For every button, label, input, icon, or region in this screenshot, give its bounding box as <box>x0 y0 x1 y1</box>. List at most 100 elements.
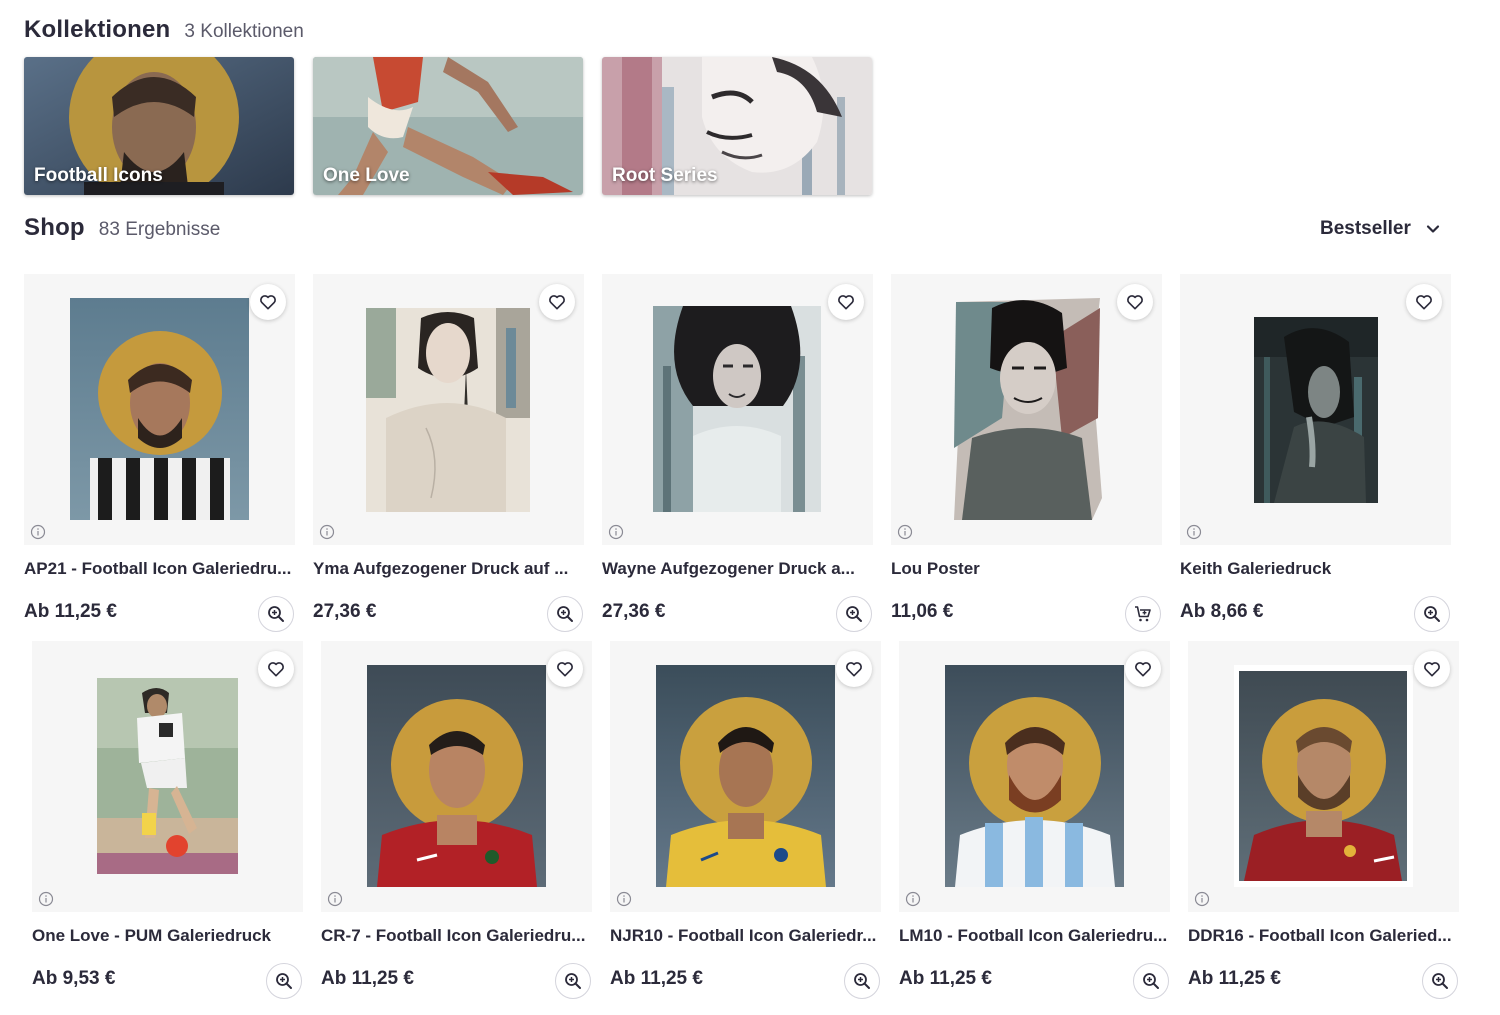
zoom-button[interactable] <box>1422 963 1458 999</box>
product-name[interactable]: CR-7 - Football Icon Galeriedru... <box>321 926 596 946</box>
collection-card-root-series[interactable]: Root Series <box>602 57 872 195</box>
product-artwork <box>367 665 546 887</box>
product-price: 11,06 € <box>891 601 954 622</box>
zoom-in-icon <box>846 606 862 622</box>
info-icon[interactable] <box>38 891 54 907</box>
chevron-down-icon <box>1426 225 1439 233</box>
product-name[interactable]: AP21 - Football Icon Galeriedru... <box>24 559 299 579</box>
product-thumbnail[interactable] <box>313 274 584 545</box>
info-icon[interactable] <box>616 891 632 907</box>
product-card[interactable]: Yma Aufgezogener Druck auf ... 27,36 € <box>313 274 584 632</box>
zoom-in-icon <box>268 606 284 622</box>
product-thumbnail[interactable] <box>32 641 303 912</box>
product-card[interactable]: LM10 - Football Icon Galeriedru... Ab 11… <box>899 641 1170 999</box>
product-card[interactable]: Keith Galeriedruck Ab 8,66 € <box>1180 274 1451 632</box>
favorite-button[interactable] <box>1406 284 1442 320</box>
heart-icon <box>557 662 573 677</box>
product-thumbnail[interactable] <box>321 641 592 912</box>
product-card[interactable]: CR-7 - Football Icon Galeriedru... Ab 11… <box>321 641 592 999</box>
favorite-button[interactable] <box>539 284 575 320</box>
zoom-button[interactable] <box>1133 963 1169 999</box>
product-thumbnail[interactable] <box>602 274 873 545</box>
product-name[interactable]: One Love - PUM Galeriedruck <box>32 926 307 946</box>
product-price: Ab 11,25 € <box>321 968 414 989</box>
zoom-in-icon <box>557 606 573 622</box>
add-to-cart-button[interactable] <box>1125 596 1161 632</box>
product-card[interactable]: Lou Poster 11,06 € <box>891 274 1162 632</box>
zoom-button[interactable] <box>258 596 294 632</box>
product-price: Ab 11,25 € <box>24 601 117 622</box>
info-icon[interactable] <box>897 524 913 540</box>
heart-icon <box>268 662 284 677</box>
info-icon[interactable] <box>327 891 343 907</box>
collections-header: Kollektionen 3 Kollektionen <box>24 16 304 44</box>
favorite-button[interactable] <box>1125 651 1161 687</box>
zoom-button[interactable] <box>555 963 591 999</box>
product-artwork <box>366 308 530 512</box>
product-name[interactable]: NJR10 - Football Icon Galeriedr... <box>610 926 885 946</box>
zoom-button[interactable] <box>547 596 583 632</box>
product-artwork <box>1254 317 1378 503</box>
product-thumbnail[interactable] <box>899 641 1170 912</box>
product-thumbnail[interactable] <box>610 641 881 912</box>
zoom-button[interactable] <box>844 963 880 999</box>
sort-dropdown[interactable]: Bestseller <box>1320 218 1441 240</box>
favorite-button[interactable] <box>250 284 286 320</box>
product-name[interactable]: LM10 - Football Icon Galeriedru... <box>899 926 1174 946</box>
product-artwork <box>656 665 835 887</box>
product-card[interactable]: DDR16 - Football Icon Galeried... Ab 11,… <box>1188 641 1459 999</box>
product-card[interactable]: One Love - PUM Galeriedruck Ab 9,53 € <box>32 641 303 999</box>
zoom-in-icon <box>565 973 581 989</box>
info-icon[interactable] <box>608 524 624 540</box>
product-name[interactable]: Lou Poster <box>891 559 1166 579</box>
product-artwork <box>945 665 1124 887</box>
favorite-button[interactable] <box>1414 651 1450 687</box>
zoom-in-icon <box>854 973 870 989</box>
product-artwork <box>653 306 821 512</box>
product-thumbnail[interactable] <box>1180 274 1451 545</box>
favorite-button[interactable] <box>836 651 872 687</box>
heart-icon <box>838 295 854 310</box>
product-name[interactable]: Wayne Aufgezogener Druck a... <box>602 559 877 579</box>
product-thumbnail[interactable] <box>891 274 1162 545</box>
info-icon[interactable] <box>30 524 46 540</box>
favorite-button[interactable] <box>828 284 864 320</box>
favorite-button[interactable] <box>258 651 294 687</box>
zoom-in-icon <box>1432 973 1448 989</box>
info-icon[interactable] <box>319 524 335 540</box>
add-to-cart-icon <box>1135 606 1151 622</box>
product-thumbnail[interactable] <box>24 274 295 545</box>
collection-card-one-love[interactable]: One Love <box>313 57 583 195</box>
shop-results-count: 83 Ergebnisse <box>98 219 221 240</box>
product-name[interactable]: Yma Aufgezogener Druck auf ... <box>313 559 588 579</box>
product-artwork <box>952 298 1104 520</box>
product-name[interactable]: DDR16 - Football Icon Galeried... <box>1188 926 1463 946</box>
info-icon[interactable] <box>905 891 921 907</box>
product-card[interactable]: AP21 - Football Icon Galeriedru... Ab 11… <box>24 274 295 632</box>
collection-card-football-icons[interactable]: Football Icons <box>24 57 294 195</box>
zoom-in-icon <box>1143 973 1159 989</box>
zoom-button[interactable] <box>1414 596 1450 632</box>
info-icon[interactable] <box>1186 524 1202 540</box>
product-card[interactable]: NJR10 - Football Icon Galeriedr... Ab 11… <box>610 641 881 999</box>
heart-icon <box>1127 295 1143 310</box>
favorite-button[interactable] <box>547 651 583 687</box>
product-artwork <box>1234 665 1413 887</box>
zoom-button[interactable] <box>266 963 302 999</box>
zoom-in-icon <box>276 973 292 989</box>
heart-icon <box>1424 662 1440 677</box>
heart-icon <box>1135 662 1151 677</box>
info-icon[interactable] <box>1194 891 1210 907</box>
favorite-button[interactable] <box>1117 284 1153 320</box>
collection-label: Root Series <box>612 165 718 186</box>
product-thumbnail[interactable] <box>1188 641 1459 912</box>
product-price: Ab 9,53 € <box>32 968 116 989</box>
zoom-button[interactable] <box>836 596 872 632</box>
collection-label: Football Icons <box>34 165 163 186</box>
collections-count: 3 Kollektionen <box>184 21 304 42</box>
zoom-in-icon <box>1424 606 1440 622</box>
product-price: 27,36 € <box>313 601 377 622</box>
product-name[interactable]: Keith Galeriedruck <box>1180 559 1455 579</box>
product-card[interactable]: Wayne Aufgezogener Druck a... 27,36 € <box>602 274 873 632</box>
collection-label: One Love <box>323 165 410 186</box>
